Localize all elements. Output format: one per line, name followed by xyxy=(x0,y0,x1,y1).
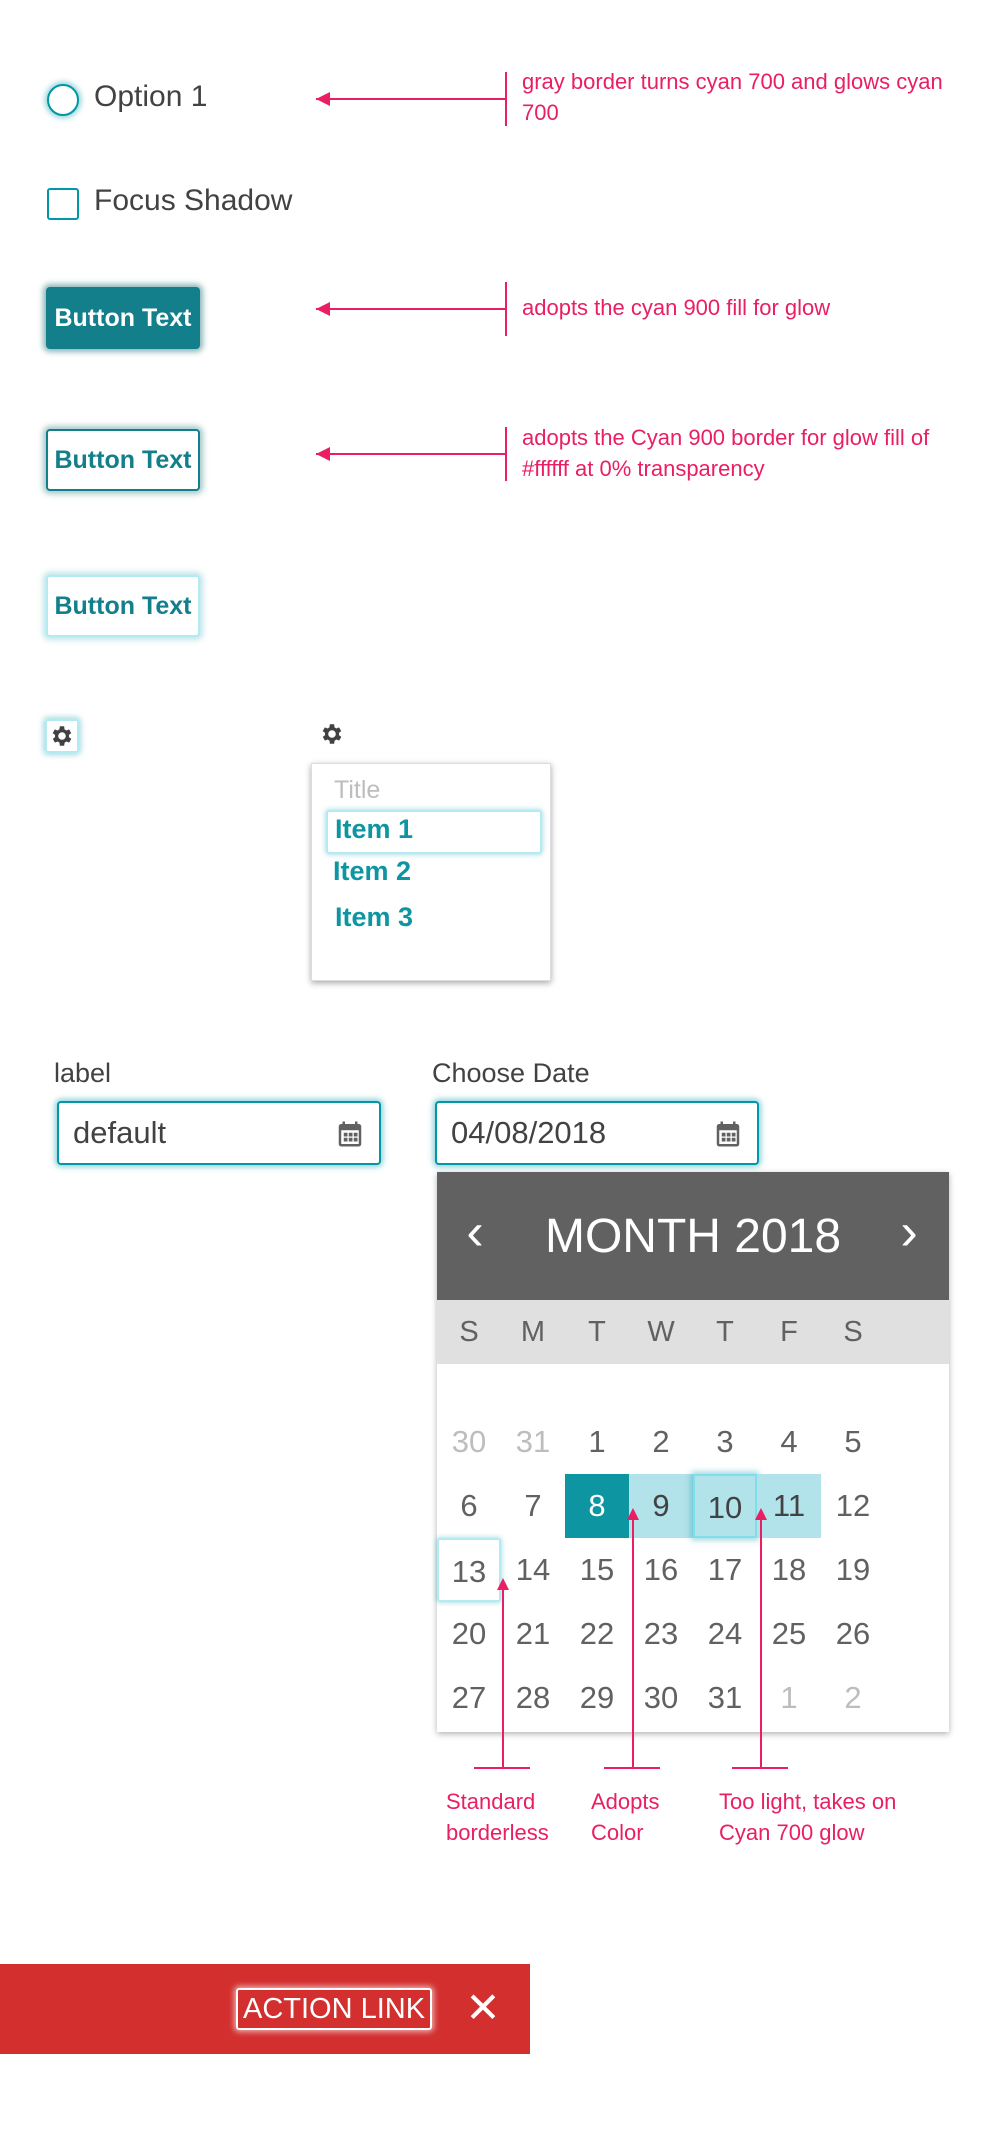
day-of-week-label: T xyxy=(716,1316,734,1348)
calendar-day[interactable]: 15 xyxy=(565,1538,629,1602)
annotation-filled-button: adopts the cyan 900 fill for glow xyxy=(522,295,831,320)
filled-button[interactable]: Button Text xyxy=(46,287,200,349)
annotation-bracket xyxy=(505,282,507,336)
day-of-week-label: M xyxy=(520,1316,546,1348)
calendar-day[interactable]: 29 xyxy=(565,1666,629,1730)
focus-shadow-checkbox[interactable] xyxy=(47,188,79,220)
arrow-head xyxy=(497,1578,509,1590)
default-date-field[interactable]: default xyxy=(57,1101,381,1165)
calendar-day[interactable]: 10 xyxy=(693,1474,757,1538)
annotation-pointer xyxy=(502,1590,504,1768)
annotation-pointer xyxy=(760,1520,762,1768)
day-of-week-label: S xyxy=(459,1316,479,1348)
date-value: 04/08/2018 xyxy=(451,1115,607,1150)
calendar-day[interactable]: 2 xyxy=(821,1666,885,1730)
calendar-day[interactable]: 4 xyxy=(757,1410,821,1474)
calendar-day[interactable]: 18 xyxy=(757,1538,821,1602)
calendar-day[interactable]: 26 xyxy=(821,1602,885,1666)
dropdown-item-2[interactable]: Item 2 xyxy=(333,856,411,887)
action-link[interactable]: ACTION LINK xyxy=(236,1988,433,2030)
choose-date-label: Choose Date xyxy=(432,1058,590,1088)
date-picker-calendar: MONTH 2018 ‹ › SMTWTFS 30 31 1 2 3 4 5 6 7 8 9 10 11… xyxy=(437,1172,949,1732)
dropdown-title: Title xyxy=(334,776,381,804)
calendar-day[interactable]: 30 xyxy=(629,1666,693,1730)
calendar-day[interactable]: 3 xyxy=(693,1410,757,1474)
annotation-pointer xyxy=(632,1520,634,1768)
calendar-day[interactable]: 8 xyxy=(565,1474,629,1538)
calendar-day[interactable]: 27 xyxy=(437,1666,501,1730)
calendar-day[interactable]: 23 xyxy=(629,1602,693,1666)
calendar-day[interactable]: 7 xyxy=(501,1474,565,1538)
calendar-icon[interactable] xyxy=(335,1119,365,1154)
calendar-day[interactable]: 28 xyxy=(501,1666,565,1730)
calendar-day[interactable]: 5 xyxy=(821,1410,885,1474)
calendar-day[interactable]: 14 xyxy=(501,1538,565,1602)
calendar-month-title: MONTH 2018 xyxy=(544,1209,842,1263)
annotation-bracket xyxy=(505,72,507,126)
calendar-day[interactable]: 2 xyxy=(629,1410,693,1474)
annotation-adopts: Adopts Color xyxy=(591,1789,660,1845)
calendar-icon[interactable] xyxy=(713,1119,743,1154)
dropdown-item-1[interactable]: Item 1 xyxy=(335,814,413,845)
annotation-base xyxy=(604,1767,660,1769)
annotation-standard: Standard borderless xyxy=(446,1789,549,1845)
calendar-day[interactable]: 25 xyxy=(757,1602,821,1666)
option-1-label: Option 1 xyxy=(94,80,208,113)
arrow-head xyxy=(755,1508,767,1520)
calendar-day[interactable]: 1 xyxy=(565,1410,629,1474)
calendar-day[interactable]: 17 xyxy=(693,1538,757,1602)
calendar-day[interactable]: 12 xyxy=(821,1474,885,1538)
annotation-outlined-button: adopts the Cyan 900 border for glow fill… xyxy=(522,425,930,481)
annotation-radio: gray border turns cyan 700 and glows cya… xyxy=(522,69,943,125)
arrow-line xyxy=(316,453,506,455)
annotation-too-light: Too light, takes on Cyan 700 glow xyxy=(719,1789,897,1845)
light-button[interactable]: Button Text xyxy=(46,575,200,637)
dropdown-item-3[interactable]: Item 3 xyxy=(335,902,413,933)
calendar-day[interactable]: 24 xyxy=(693,1602,757,1666)
calendar-day[interactable]: 11 xyxy=(757,1474,821,1538)
day-of-week-label: F xyxy=(780,1316,798,1348)
focus-shadow-label: Focus Shadow xyxy=(94,184,293,217)
gear-icon[interactable] xyxy=(45,719,79,753)
option-1-radio[interactable] xyxy=(47,84,79,116)
next-month-button[interactable]: › xyxy=(891,1202,927,1266)
field-value: default xyxy=(73,1115,167,1150)
field-label: label xyxy=(54,1058,112,1088)
calendar-day[interactable]: 9 xyxy=(629,1474,693,1538)
calendar-day[interactable]: 20 xyxy=(437,1602,501,1666)
calendar-day[interactable]: 6 xyxy=(437,1474,501,1538)
calendar-day[interactable]: 1 xyxy=(757,1666,821,1730)
day-of-week-row: SMTWTFS xyxy=(437,1300,949,1364)
calendar-day[interactable]: 22 xyxy=(565,1602,629,1666)
day-of-week-label: S xyxy=(843,1316,863,1348)
calendar-day[interactable]: 19 xyxy=(821,1538,885,1602)
annotation-bracket xyxy=(505,427,507,481)
annotation-base xyxy=(732,1767,788,1769)
day-of-week-label: T xyxy=(588,1316,606,1348)
calendar-day[interactable]: 31 xyxy=(693,1666,757,1730)
prev-month-button[interactable]: ‹ xyxy=(457,1202,493,1266)
choose-date-field[interactable]: 04/08/2018 xyxy=(435,1101,759,1165)
outlined-button[interactable]: Button Text xyxy=(46,429,200,491)
snackbar: ACTION LINK ✕ xyxy=(0,1964,530,2054)
annotation-base xyxy=(474,1767,530,1769)
dropdown-menu: Title Item 1 Item 2 Item 3 xyxy=(311,763,551,981)
calendar-day[interactable]: 31 xyxy=(501,1410,565,1474)
arrow-line xyxy=(316,98,506,100)
arrow-head xyxy=(627,1508,639,1520)
calendar-day[interactable]: 13 xyxy=(437,1538,501,1602)
close-icon[interactable]: ✕ xyxy=(458,1980,508,2036)
calendar-day[interactable]: 21 xyxy=(501,1602,565,1666)
calendar-day[interactable]: 30 xyxy=(437,1410,501,1474)
calendar-day[interactable]: 16 xyxy=(629,1538,693,1602)
gear-icon[interactable] xyxy=(317,719,347,749)
day-of-week-label: W xyxy=(647,1316,675,1348)
arrow-line xyxy=(316,308,506,310)
